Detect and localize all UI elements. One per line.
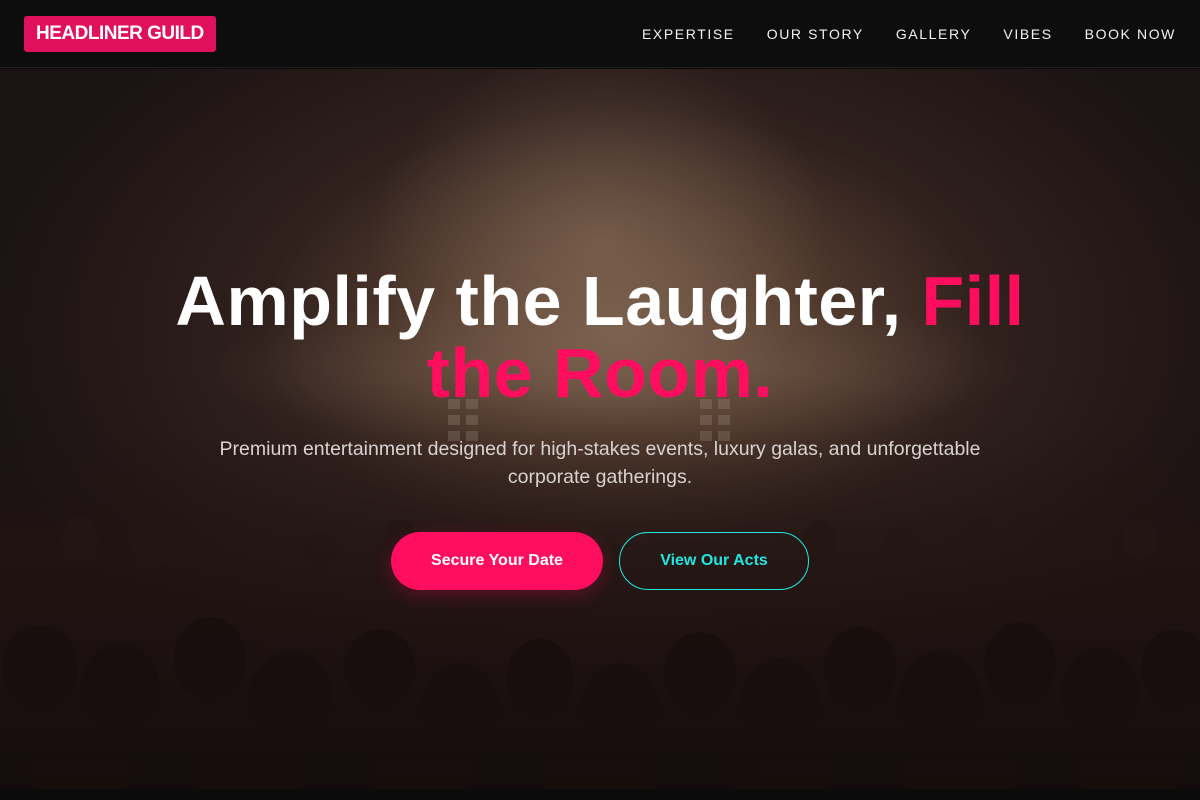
page-bottom-strip (0, 789, 1200, 800)
secure-your-date-button[interactable]: Secure Your Date (391, 532, 603, 590)
headline-main-text: Amplify the Laughter, (175, 262, 922, 340)
top-navbar: HEADLINER GUILD EXPERTISE OUR STORY GALL… (0, 0, 1200, 68)
hero-content: Amplify the Laughter, Fill the Room. Pre… (0, 69, 1200, 789)
nav-link-our-story[interactable]: OUR STORY (767, 26, 864, 42)
main-nav: EXPERTISE OUR STORY GALLERY VIBES BOOK N… (642, 26, 1176, 42)
view-our-acts-button[interactable]: View Our Acts (619, 532, 809, 590)
hero-subtitle: Premium entertainment designed for high-… (219, 438, 981, 488)
brand-logo[interactable]: HEADLINER GUILD (24, 15, 216, 52)
hero-headline: Amplify the Laughter, Fill the Room. (150, 265, 1050, 409)
nav-link-book-now[interactable]: BOOK NOW (1085, 26, 1176, 42)
hero-section: Amplify the Laughter, Fill the Room. Pre… (0, 69, 1200, 789)
nav-link-vibes[interactable]: VIBES (1003, 26, 1052, 42)
nav-link-expertise[interactable]: EXPERTISE (642, 26, 735, 42)
nav-link-gallery[interactable]: GALLERY (896, 26, 972, 42)
